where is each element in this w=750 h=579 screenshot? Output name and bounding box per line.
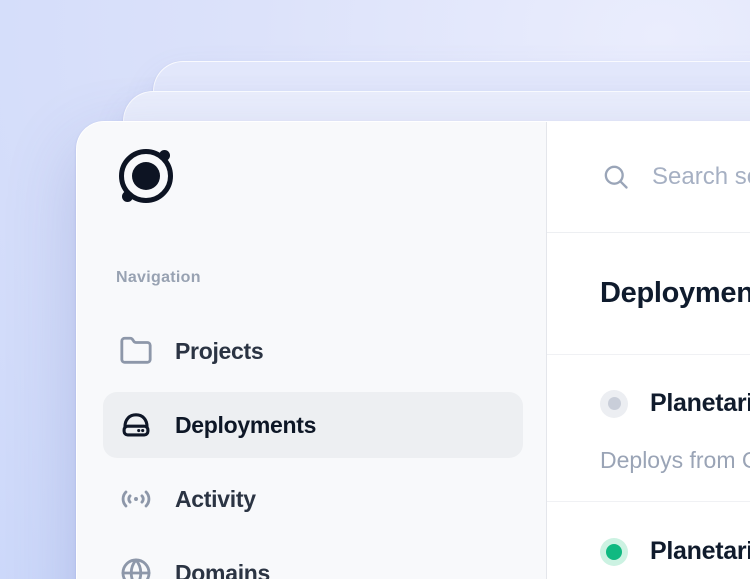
sidebar-item-label: Domains xyxy=(175,560,270,579)
orbit-logo-core xyxy=(132,162,160,190)
orbit-logo-satellite xyxy=(122,191,133,202)
sidebar-item-label: Deployments xyxy=(175,412,316,439)
main-panel: Deployments Planetaria Deploys from GitH… xyxy=(547,122,750,579)
deployment-row-header: Planetaria xyxy=(600,355,750,418)
sidebar-item-label: Projects xyxy=(175,338,263,365)
globe-icon xyxy=(119,556,153,579)
search-bar[interactable] xyxy=(547,122,750,233)
deployment-name: Planetaria xyxy=(650,389,750,418)
page-background: Navigation Projects xyxy=(0,0,750,579)
deployment-row[interactable]: Planetaria Deploys from GitHub xyxy=(547,355,750,502)
nav-section-label: Navigation xyxy=(116,268,201,288)
orbit-logo[interactable] xyxy=(119,149,173,203)
deployment-row[interactable]: Planetaria xyxy=(547,502,750,579)
deployment-row-header: Planetaria xyxy=(600,502,750,566)
deployment-description: Deploys from GitHub xyxy=(600,447,750,474)
sidebar-item-projects[interactable]: Projects xyxy=(103,318,523,384)
search-input[interactable] xyxy=(652,163,750,191)
radio-waves-icon xyxy=(119,482,153,516)
sidebar-item-label: Activity xyxy=(175,486,256,513)
hard-drive-icon xyxy=(119,408,153,442)
status-dot-idle xyxy=(600,390,628,418)
sidebar: Navigation Projects xyxy=(77,122,547,579)
page-title: Deployments xyxy=(600,277,750,310)
app-window: Navigation Projects xyxy=(76,121,750,579)
status-dot-online xyxy=(600,538,628,566)
sidebar-item-deployments[interactable]: Deployments xyxy=(103,392,523,458)
status-dot-core xyxy=(606,544,622,560)
sidebar-item-domains[interactable]: Domains xyxy=(103,540,523,579)
title-block: Deployments xyxy=(547,233,750,355)
search-icon xyxy=(602,163,630,191)
orbit-logo-satellite xyxy=(159,150,170,161)
nav-list: Projects Deployments xyxy=(103,318,523,579)
folder-icon xyxy=(119,334,153,368)
deployment-name: Planetaria xyxy=(650,537,750,566)
sidebar-item-activity[interactable]: Activity xyxy=(103,466,523,532)
status-dot-core xyxy=(608,397,621,410)
